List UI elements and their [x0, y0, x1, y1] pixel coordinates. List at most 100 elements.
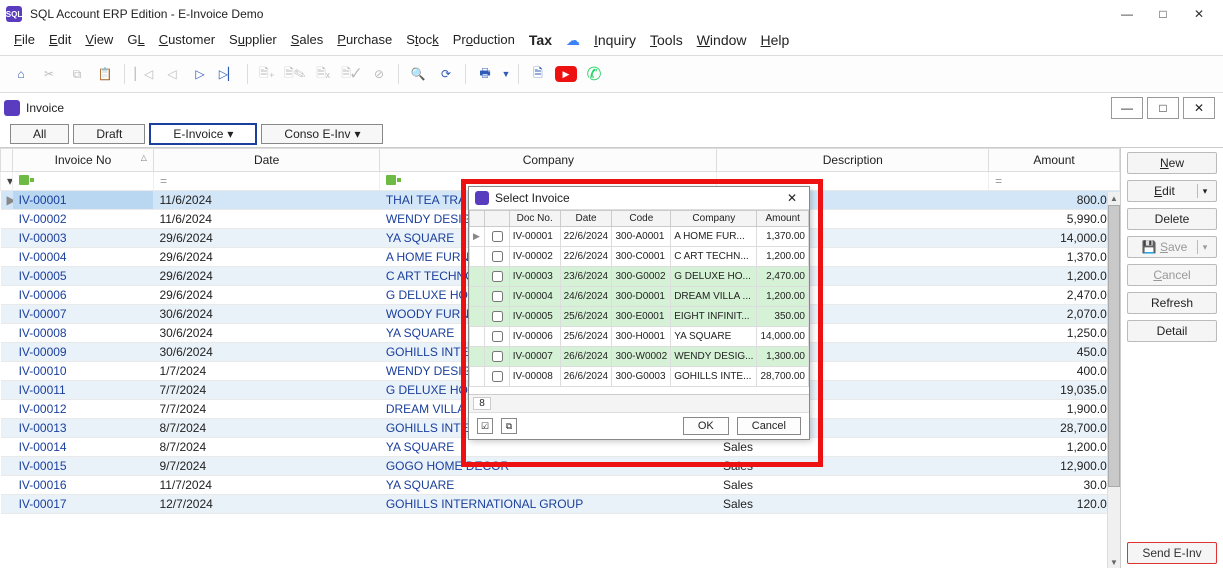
row-checkbox[interactable] [492, 351, 503, 362]
tab-draft[interactable]: Draft [73, 124, 145, 144]
dialog-row[interactable]: IV-0000323/6/2024300-G0002G DELUXE HO...… [470, 267, 809, 287]
edit-button[interactable]: Edit▾ [1127, 180, 1217, 202]
prev-icon[interactable]: ◁ [159, 61, 185, 87]
filter-icon[interactable] [19, 175, 29, 185]
menu-supplier[interactable]: Supplier [229, 32, 277, 49]
youtube-icon[interactable]: ▶ [553, 61, 579, 87]
menu-window[interactable]: Window [697, 32, 747, 49]
menu-customer[interactable]: Customer [159, 32, 215, 49]
col-date[interactable]: Date [153, 149, 379, 172]
table-row[interactable]: IV-0001712/7/2024GOHILLS INTERNATIONAL G… [1, 495, 1120, 514]
menu-tax[interactable]: Tax [529, 32, 552, 49]
sub-minimize-button[interactable]: — [1111, 97, 1143, 119]
dialog-row[interactable]: IV-0000525/6/2024300-E0001EIGHT INFINIT.… [470, 307, 809, 327]
vertical-scrollbar[interactable]: ▲ ▼ [1107, 192, 1120, 568]
table-row[interactable]: IV-0001611/7/2024YA SQUARESales30.00 [1, 476, 1120, 495]
dialog-ok-button[interactable]: OK [683, 417, 729, 435]
row-checkbox[interactable] [492, 371, 503, 382]
menu-view[interactable]: View [85, 32, 113, 49]
detail-button[interactable]: Detail [1127, 320, 1217, 342]
new-button[interactable]: New [1127, 152, 1217, 174]
next-icon[interactable]: ▷ [187, 61, 213, 87]
new-doc-icon[interactable]: 🗎 [525, 61, 551, 87]
dcol-amount[interactable]: Amount [757, 211, 809, 227]
scroll-thumb[interactable] [1108, 205, 1120, 487]
home-icon[interactable]: ⌂ [8, 61, 34, 87]
dialog-close-button[interactable]: ✕ [781, 191, 803, 205]
copy-icon[interactable]: ⧉ [64, 61, 90, 87]
delete-button[interactable]: Delete [1127, 208, 1217, 230]
row-checkbox[interactable] [492, 331, 503, 342]
filter-icon[interactable] [386, 175, 396, 185]
cloud-icon[interactable]: ☁ [566, 32, 580, 49]
tab-einvoice[interactable]: E-Invoice▾ [149, 123, 257, 145]
dialog-row[interactable]: IV-0000826/6/2024300-G0003GOHILLS INTE..… [470, 367, 809, 387]
refresh-button[interactable]: Refresh [1127, 292, 1217, 314]
dcol-code[interactable]: Code [612, 211, 671, 227]
chevron-down-icon[interactable]: ▾ [227, 127, 233, 141]
print-dropdown-icon[interactable]: ▼ [500, 61, 512, 87]
doc-del-icon[interactable]: 🗎ₓ [310, 61, 336, 87]
filter-date[interactable]: = [153, 172, 379, 191]
row-checkbox[interactable] [492, 311, 503, 322]
table-row[interactable]: IV-000159/7/2024GOGO HOME DECORSales12,9… [1, 457, 1120, 476]
send-einv-button[interactable]: Send E-Inv [1127, 542, 1217, 564]
col-description[interactable]: Description [717, 149, 989, 172]
menu-edit[interactable]: Edit [49, 32, 71, 49]
dcol-date[interactable]: Date [560, 211, 612, 227]
tab-conso[interactable]: Conso E-Inv▾ [261, 124, 383, 144]
dcol-company[interactable]: Company [671, 211, 757, 227]
search-icon[interactable]: 🔍 [405, 61, 431, 87]
menu-sales[interactable]: Sales [291, 32, 324, 49]
menu-tools[interactable]: Tools [650, 32, 683, 49]
menu-gl[interactable]: GL [127, 32, 144, 49]
row-checkbox[interactable] [492, 271, 503, 282]
row-checkbox[interactable] [492, 251, 503, 262]
doc-add-icon[interactable]: 🗎₊ [254, 61, 280, 87]
col-invoice[interactable]: Invoice No△ [13, 149, 154, 172]
menu-purchase[interactable]: Purchase [337, 32, 392, 49]
dialog-grid[interactable]: Doc No. Date Code Company Amount ▶IV-000… [469, 210, 809, 387]
dialog-row[interactable]: IV-0000424/6/2024300-D0001DREAM VILLA ..… [470, 287, 809, 307]
select-all-icon[interactable]: ☑ [477, 418, 493, 434]
first-icon[interactable]: ▏◁ [131, 61, 157, 87]
scroll-up-icon[interactable]: ▲ [1108, 192, 1120, 204]
chevron-down-icon[interactable]: ▾ [1198, 184, 1212, 198]
dialog-row[interactable]: IV-0000222/6/2024300-C0001C ART TECHN...… [470, 247, 809, 267]
print-icon[interactable]: 🖶 [472, 61, 498, 87]
col-amount[interactable]: Amount [989, 149, 1120, 172]
refresh-icon[interactable]: ⟳ [433, 61, 459, 87]
sub-maximize-button[interactable]: □ [1147, 97, 1179, 119]
cut-icon[interactable]: ✂ [36, 61, 62, 87]
menu-stock[interactable]: Stock [406, 32, 439, 49]
doc-cancel-icon[interactable]: ⊘ [366, 61, 392, 87]
dcol-doc[interactable]: Doc No. [509, 211, 560, 227]
dialog-row[interactable]: IV-0000625/6/2024300-H0001YA SQUARE14,00… [470, 327, 809, 347]
filter-amount[interactable]: = [989, 172, 1120, 191]
chevron-down-icon: ▾ [1198, 240, 1212, 254]
menu-production[interactable]: Production [453, 32, 515, 49]
row-checkbox[interactable] [492, 291, 503, 302]
dialog-row[interactable]: ▶IV-0000122/6/2024300-A0001A HOME FUR...… [470, 227, 809, 247]
whatsapp-icon[interactable]: ✆ [581, 61, 607, 87]
dialog-row[interactable]: IV-0000726/6/2024300-W0002WENDY DESIG...… [470, 347, 809, 367]
col-company[interactable]: Company [380, 149, 717, 172]
close-button[interactable]: ✕ [1181, 0, 1217, 28]
row-checkbox[interactable] [492, 231, 503, 242]
copy-selection-icon[interactable]: ⧉ [501, 418, 517, 434]
dialog-cancel-button[interactable]: Cancel [737, 417, 801, 435]
scroll-down-icon[interactable]: ▼ [1108, 556, 1120, 568]
chevron-down-icon[interactable]: ▾ [354, 127, 360, 141]
doc-edit-icon[interactable]: 🗎✎ [282, 61, 308, 87]
last-icon[interactable]: ▷▏ [215, 61, 241, 87]
menu-inquiry[interactable]: Inquiry [594, 32, 636, 49]
menu-file[interactable]: File [14, 32, 35, 49]
tab-all[interactable]: All [10, 124, 69, 144]
menu-help[interactable]: Help [761, 32, 790, 49]
paste-icon[interactable]: 📋 [92, 61, 118, 87]
sub-close-button[interactable]: ✕ [1183, 97, 1215, 119]
minimize-button[interactable]: — [1109, 0, 1145, 28]
table-row[interactable]: IV-000148/7/2024YA SQUARESales1,200.00 [1, 438, 1120, 457]
maximize-button[interactable]: □ [1145, 0, 1181, 28]
doc-save-icon[interactable]: 🗎✓ [338, 61, 364, 87]
